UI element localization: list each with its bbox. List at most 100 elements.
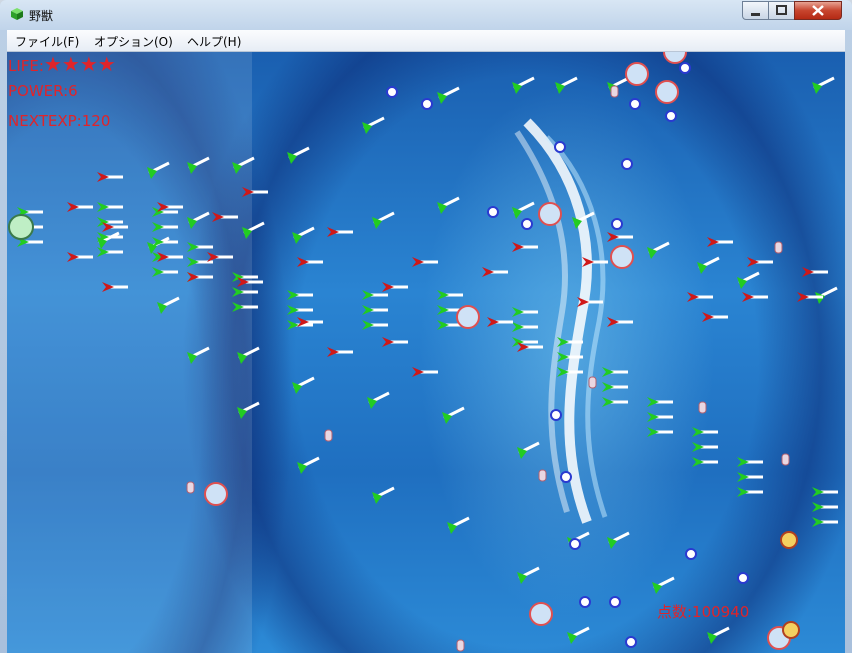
green-enemy-ship (557, 337, 583, 347)
menu-file[interactable]: ファイル(F) (15, 33, 79, 50)
green-enemy-ship (737, 271, 760, 289)
green-enemy-ship (437, 290, 463, 300)
small-bullet (421, 98, 433, 110)
missile-bullet (781, 453, 790, 466)
next-exp-display: NEXTEXP:120 (8, 112, 111, 130)
fairy-enemy (780, 531, 798, 549)
red-enemy-ship (802, 267, 828, 277)
game-field[interactable]: LIFE:★★★★ POWER:6 NEXTEXP:120 点数:100940 (7, 52, 845, 653)
green-enemy-ship (572, 211, 595, 229)
round-bullet (610, 245, 634, 269)
green-enemy-ship (697, 256, 720, 274)
close-button[interactable] (794, 1, 842, 20)
power-display: POWER:6 (8, 82, 78, 100)
red-enemy-ship (327, 227, 353, 237)
green-enemy-ship (187, 156, 210, 174)
fairy-enemy (782, 621, 800, 639)
red-enemy-ship (212, 212, 238, 222)
small-bullet (550, 409, 562, 421)
green-enemy-ship (737, 457, 763, 467)
green-enemy-ship (512, 201, 535, 219)
red-enemy-ship (702, 312, 728, 322)
green-enemy-ship (287, 290, 313, 300)
green-enemy-ship (647, 427, 673, 437)
green-enemy-ship (512, 322, 538, 332)
small-bullet (579, 596, 591, 608)
green-enemy-ship (287, 146, 310, 164)
green-enemy-ship (512, 307, 538, 317)
small-bullet (685, 548, 697, 560)
round-bullet (663, 52, 687, 64)
red-enemy-ship (577, 297, 603, 307)
menu-options[interactable]: オプション(O) (94, 33, 173, 50)
green-enemy-ship (187, 346, 210, 364)
green-enemy-ship (187, 242, 213, 252)
missile-bullet (698, 401, 707, 414)
green-enemy-ship (692, 442, 718, 452)
round-bullet (625, 62, 649, 86)
red-enemy-ship (67, 252, 93, 262)
close-icon (812, 5, 824, 16)
green-enemy-ship (237, 401, 260, 419)
green-enemy-ship (512, 76, 535, 94)
green-enemy-ship (567, 626, 590, 644)
green-enemy-ship (647, 397, 673, 407)
red-enemy-ship (297, 257, 323, 267)
green-enemy-ship (555, 76, 578, 94)
minimize-button[interactable] (742, 1, 769, 20)
green-enemy-ship (297, 456, 320, 474)
green-enemy-ship (812, 76, 835, 94)
green-enemy-ship (232, 287, 258, 297)
small-bullet (609, 596, 621, 608)
green-enemy-ship (237, 346, 260, 364)
green-enemy-ship (242, 221, 265, 239)
green-enemy-ship (647, 241, 670, 259)
red-enemy-ship (327, 347, 353, 357)
green-enemy-ship (607, 531, 630, 549)
green-enemy-ship (367, 391, 390, 409)
app-cube-icon (11, 8, 23, 20)
red-enemy-ship (747, 257, 773, 267)
missile-bullet (588, 376, 597, 389)
red-enemy-ship (187, 272, 213, 282)
red-enemy-ship (382, 282, 408, 292)
small-bullet (629, 98, 641, 110)
menu-help[interactable]: ヘルプ(H) (187, 33, 241, 50)
green-enemy-ship (362, 116, 385, 134)
green-enemy-ship (187, 211, 210, 229)
red-enemy-ship (582, 257, 608, 267)
green-enemy-ship (232, 156, 255, 174)
green-enemy-ship (372, 211, 395, 229)
red-enemy-ship (97, 172, 123, 182)
life-stars: ★★★★ (43, 52, 116, 76)
round-bullet (456, 305, 480, 329)
round-bullet (538, 202, 562, 226)
green-enemy-ship (287, 305, 313, 315)
sprite-layer (8, 52, 838, 652)
green-enemy-ship (152, 222, 178, 232)
green-enemy-ship (437, 196, 460, 214)
small-bullet (521, 218, 533, 230)
title-bar[interactable]: 野獣 (0, 0, 852, 30)
small-bullet (625, 636, 637, 648)
green-enemy-ship (362, 290, 388, 300)
maximize-icon (776, 5, 787, 15)
small-bullet (665, 110, 677, 122)
maximize-button[interactable] (768, 1, 795, 20)
red-enemy-ship (607, 317, 633, 327)
green-enemy-ship (692, 427, 718, 437)
missile-bullet (538, 469, 547, 482)
green-enemy-ship (147, 161, 170, 179)
green-enemy-ship (442, 406, 465, 424)
small-bullet (487, 206, 499, 218)
small-bullet (569, 538, 581, 550)
red-enemy-ship (412, 367, 438, 377)
green-enemy-ship (362, 320, 388, 330)
green-enemy-ship (157, 296, 180, 314)
minimize-icon (751, 13, 760, 16)
green-enemy-ship (97, 202, 123, 212)
green-enemy-ship (812, 517, 838, 527)
missile-bullet (610, 85, 619, 98)
window-title: 野獣 (29, 9, 54, 23)
green-enemy-ship (517, 441, 540, 459)
